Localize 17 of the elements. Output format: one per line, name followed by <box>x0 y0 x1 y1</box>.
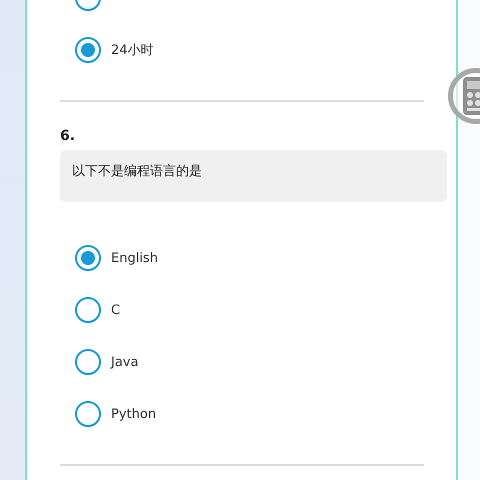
radio-option[interactable]: English <box>75 232 456 284</box>
option-label: Python <box>111 406 156 422</box>
radio-option[interactable]: Python <box>75 388 456 440</box>
radio-button[interactable] <box>75 297 101 323</box>
radio-button[interactable] <box>75 245 101 271</box>
option-label: Java <box>111 354 138 370</box>
radio-option[interactable]: 24小时 <box>75 24 456 76</box>
radio-option[interactable]: Java <box>75 336 456 388</box>
option-label: C <box>111 302 120 318</box>
option-label: 24小时 <box>111 42 154 59</box>
radio-button[interactable] <box>75 401 101 427</box>
question-text: 以下不是编程语言的是 <box>60 150 447 202</box>
question-number: 6. <box>60 128 76 144</box>
radio-button[interactable] <box>75 349 101 375</box>
option-label: English <box>111 250 158 266</box>
radio-button[interactable] <box>75 37 101 63</box>
radio-option[interactable]: C <box>75 284 456 336</box>
